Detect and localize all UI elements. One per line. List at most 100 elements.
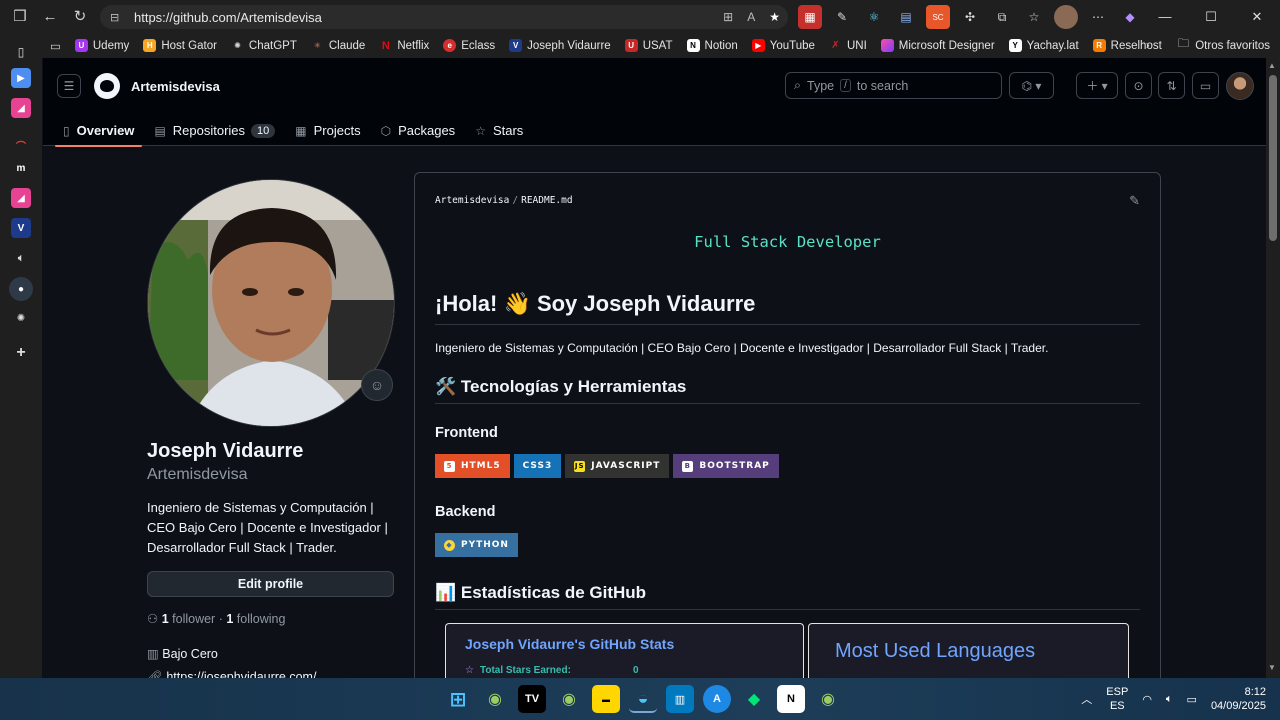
bookmark-udemy[interactable]: U Udemy [68, 35, 136, 57]
page-scrollbar[interactable]: ▲ ▼ [1266, 58, 1280, 678]
sidebar-app-icon[interactable]: m [11, 158, 31, 178]
github-icon[interactable]: ● [9, 277, 33, 301]
bookmark-usat[interactable]: U USAT [618, 35, 680, 57]
tab-projects[interactable]: ▦ Projects [287, 115, 368, 146]
bookmark-claude[interactable]: ✳ Claude [304, 35, 372, 57]
bookmark-microsoft-designer[interactable]: Microsoft Designer [874, 35, 1002, 57]
language-indicator[interactable]: ESP ES [1106, 685, 1128, 713]
following-link[interactable]: 1 following [226, 612, 285, 626]
split-screen-icon[interactable]: ⧉ [990, 5, 1014, 29]
badge-html5[interactable]: 5 HTML5 [435, 454, 510, 478]
chevron-right-icon[interactable]: › [1146, 40, 1150, 52]
edge-icon[interactable]: ◒ [629, 685, 657, 713]
close-icon[interactable]: ✕ [1234, 0, 1280, 33]
clock[interactable]: 8:12 04/09/2025 [1211, 685, 1266, 713]
minimize-icon[interactable]: — [1142, 0, 1188, 33]
sidebar-app-icon[interactable]: ▶ [11, 68, 31, 88]
app-icon[interactable]: ◉ [814, 685, 842, 713]
menu-icon[interactable]: ☰ [57, 74, 81, 98]
apps-icon[interactable]: ⊞ [723, 10, 733, 24]
badge-python[interactable]: ◆ PYTHON [435, 533, 518, 557]
app-icon[interactable]: ◉ [481, 685, 509, 713]
favorites-icon[interactable]: ☆ [1022, 5, 1046, 29]
bookmark-uni[interactable]: ✗ UNI [822, 35, 874, 57]
bookmark-yachay[interactable]: Y Yachay.lat [1002, 35, 1086, 57]
followers-link[interactable]: 1 follower [162, 612, 216, 626]
user-avatar[interactable] [1226, 72, 1254, 100]
chatgpt-sidebar-icon[interactable]: ✺ [11, 308, 31, 328]
bookmark-youtube[interactable]: ▶ YouTube [745, 35, 822, 57]
sidebar-app-icon[interactable]: ︵ [11, 128, 31, 148]
languages-card[interactable]: Most Used Languages [808, 623, 1129, 678]
search-input[interactable]: ⌕ Type / to search [785, 72, 1002, 99]
github-logo-icon[interactable] [94, 73, 120, 99]
readme-repo-link[interactable]: Artemisdevisa [435, 195, 509, 206]
notion-taskbar-icon[interactable]: N [777, 685, 805, 713]
scrollbar-thumb[interactable] [1269, 75, 1277, 241]
sc-extension-icon[interactable]: SC [926, 5, 950, 29]
dropper-icon[interactable]: ✎ [830, 5, 854, 29]
other-favorites[interactable]: Otros favoritos [1195, 40, 1270, 52]
volume-icon[interactable]: 🔈︎ [1166, 693, 1173, 706]
profile-avatar-icon[interactable] [1054, 5, 1078, 29]
app-icon[interactable]: ◆ [740, 685, 768, 713]
create-new-button[interactable]: ＋ ▾ [1076, 72, 1118, 99]
bookmark-chatgpt[interactable]: ✺ ChatGPT [224, 35, 304, 57]
address-bar[interactable]: ⊟ https://github.com/Artemisdevisa ⊞ A ★ [100, 5, 788, 29]
read-aloud-icon[interactable]: A [747, 10, 755, 24]
add-icon[interactable]: + [11, 343, 31, 363]
set-status-button[interactable]: ☺ [361, 369, 393, 401]
extension-icon[interactable]: ▦ [798, 5, 822, 29]
inbox-icon[interactable]: ▭ [1192, 72, 1219, 99]
site-info-icon[interactable]: ⊟ [110, 11, 126, 24]
pull-requests-icon[interactable]: ⇅ [1158, 72, 1185, 99]
chevron-up-icon[interactable]: ︿ [1081, 691, 1092, 707]
bookmark-hostgator[interactable]: H Host Gator [136, 35, 224, 57]
tradingview-icon[interactable]: TV [518, 685, 546, 713]
issues-icon[interactable]: ⊙ [1125, 72, 1152, 99]
edit-readme-icon[interactable]: ✎ [1129, 193, 1140, 209]
favorite-star-icon[interactable]: ★ [769, 10, 780, 24]
app-icon[interactable]: ◉ [555, 685, 583, 713]
sidebar-app-icon[interactable]: ◢ [11, 188, 31, 208]
tab-actions-icon[interactable]: ▯ [11, 42, 31, 62]
github-stats-card[interactable]: Joseph Vidaurre's GitHub Stats ☆ Total S… [445, 623, 804, 678]
badge-css3[interactable]: CSS3 [513, 454, 562, 478]
profile-website[interactable]: 🔗︎ https://josephvidaurre.com/ [147, 670, 316, 678]
speaker-icon[interactable]: 🔈︎ [11, 248, 31, 268]
back-icon[interactable]: ← [36, 2, 64, 30]
tab-overview[interactable]: ▯ Overview [55, 115, 143, 147]
sticky-notes-icon[interactable]: ▬ [592, 685, 620, 713]
bookmark-joseph-vidaurre[interactable]: V Joseph Vidaurre [502, 35, 618, 57]
header-username[interactable]: Artemisdevisa [131, 79, 220, 94]
readme-file-link[interactable]: README.md [521, 195, 572, 206]
sidebar-app-icon[interactable]: ◢ [11, 98, 31, 118]
copilot-button[interactable]: ⌬ ▾ [1009, 72, 1054, 99]
bookmark-notion[interactable]: N Notion [680, 35, 745, 57]
docs-icon[interactable]: ▤ [894, 5, 918, 29]
bookmark-collections-icon[interactable]: ▭ [48, 35, 68, 57]
readme-intro: Ingeniero de Sistemas y Computación | CE… [435, 341, 1049, 355]
bookmark-eclass[interactable]: e Eclass [436, 35, 502, 57]
wifi-icon[interactable]: ◠ [1142, 693, 1152, 706]
puzzle-icon[interactable]: ✣ [958, 5, 982, 29]
copilot-icon[interactable]: ◆ [1118, 5, 1142, 29]
trello-icon[interactable]: ▥ [666, 685, 694, 713]
tab-stars[interactable]: ☆ Stars [467, 115, 531, 146]
react-devtools-icon[interactable]: ⚛ [862, 5, 886, 29]
app-store-icon[interactable]: A [703, 685, 731, 713]
badge-javascript[interactable]: JS JAVASCRIPT [565, 454, 670, 478]
tab-repositories[interactable]: ▤ Repositories 10 [146, 115, 283, 146]
badge-bootstrap[interactable]: B BOOTSTRAP [673, 454, 779, 478]
profile-avatar[interactable] [147, 179, 395, 427]
battery-icon[interactable]: ▭ [1187, 693, 1197, 706]
edit-profile-button[interactable]: Edit profile [147, 571, 394, 597]
bookmark-netflix[interactable]: N Netflix [372, 35, 436, 57]
maximize-icon[interactable]: ☐ [1188, 0, 1234, 33]
start-icon[interactable]: ⊞ [444, 685, 472, 713]
sidebar-app-icon[interactable]: V [11, 218, 31, 238]
refresh-icon[interactable]: ↻ [66, 2, 94, 30]
tab-packages[interactable]: ⬡ Packages [373, 115, 464, 146]
more-icon[interactable]: ⋯ [1086, 5, 1110, 29]
workspaces-icon[interactable]: ❒ [6, 2, 34, 30]
